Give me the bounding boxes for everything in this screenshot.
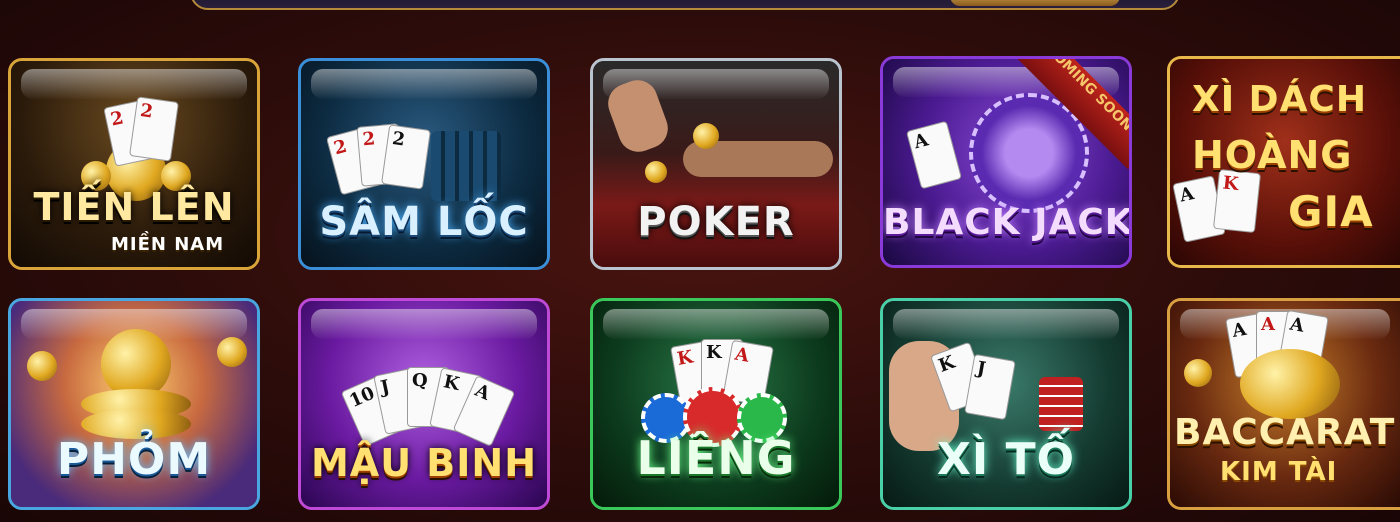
coin-icon <box>693 123 719 149</box>
game-tile-black-jack[interactable]: A COMING SOON BLACK JACK <box>880 56 1132 268</box>
game-title: SÂM LỐC <box>319 199 529 245</box>
game-tile-xi-dach-hoang-gia[interactable]: A K XÌ DÁCH HOÀNG GIA <box>1167 56 1400 268</box>
top-header-tab[interactable] <box>950 0 1120 6</box>
game-title-line3: GIA <box>1288 187 1374 236</box>
game-subtitle: KIM TÀI <box>1220 457 1338 487</box>
game-tile-xi-to[interactable]: K J XÌ TỐ <box>880 298 1132 510</box>
tile-gloss <box>311 69 537 99</box>
coin-icon <box>217 337 247 367</box>
chip-stack-icon <box>1039 377 1083 431</box>
game-subtitle: MIỀN NAM <box>111 234 225 255</box>
tile-gloss <box>893 309 1119 339</box>
tile-gloss <box>311 309 537 339</box>
chip-stack-icon <box>431 131 501 201</box>
game-title: LIÊNG <box>636 431 796 485</box>
game-tile-mau-binh[interactable]: 10 J Q K A MẬU BINH <box>298 298 550 510</box>
playing-card: K <box>1212 168 1262 234</box>
game-title: TIẾN LÊN <box>33 185 235 229</box>
game-tile-lieng[interactable]: K K A LIÊNG <box>590 298 842 510</box>
game-title-line1: XÌ DÁCH <box>1192 79 1367 120</box>
playing-card: 2 <box>129 96 179 162</box>
game-title: BACCARAT <box>1174 412 1396 453</box>
tile-gloss <box>21 69 247 99</box>
game-title: POKER <box>637 199 795 245</box>
playing-card: 2 <box>381 124 431 190</box>
gold-medal-icon <box>1240 349 1340 419</box>
game-title: PHỎM <box>56 434 212 485</box>
game-title: MẬU BINH <box>310 441 538 485</box>
game-tile-phom[interactable]: PHỎM <box>8 298 260 510</box>
game-tile-poker[interactable]: POKER <box>590 58 842 270</box>
game-title: BLACK JACK <box>883 202 1132 243</box>
coin-icon <box>27 351 57 381</box>
game-tile-sam-loc[interactable]: 2 2 2 SÂM LỐC <box>298 58 550 270</box>
game-tile-baccarat-kim-tai[interactable]: A A A BACCARAT KIM TÀI <box>1167 298 1400 510</box>
coin-icon <box>645 161 667 183</box>
game-title-line2: HOÀNG <box>1192 133 1353 177</box>
game-title: XÌ TỐ <box>936 434 1076 485</box>
game-tile-tien-len[interactable]: 2 2 TIẾN LÊN MIỀN NAM <box>8 58 260 270</box>
tile-gloss <box>603 309 829 339</box>
gold-coins-icon <box>71 329 201 449</box>
coin-icon <box>1184 359 1212 387</box>
